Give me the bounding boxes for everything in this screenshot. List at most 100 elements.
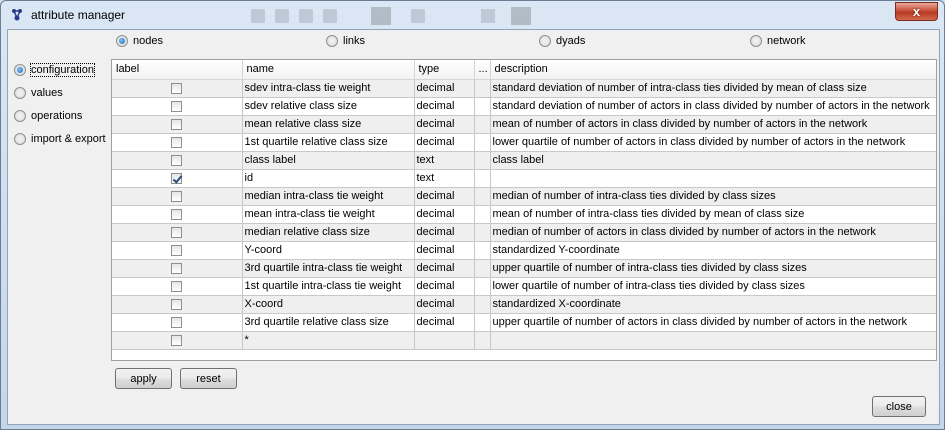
name-cell[interactable]: X-coord [242,295,415,314]
label-cell[interactable] [112,277,243,296]
radio-values-indicator[interactable] [14,86,26,99]
name-cell[interactable]: 1st quartile relative class size [242,133,415,152]
table-row[interactable]: 3rd quartile relative class size decimal u… [112,313,936,332]
radio-import-export[interactable]: import & export [14,127,114,150]
label-checkbox[interactable] [171,316,183,328]
label-checkbox[interactable] [171,208,183,220]
radio-links[interactable]: links [326,35,365,47]
label-cell[interactable] [112,151,243,170]
description-cell[interactable]: lower quartile of number of actors in cl… [490,133,936,152]
apply-button[interactable]: apply [115,368,172,389]
column-header-type[interactable]: type [414,60,475,80]
label-cell[interactable] [112,133,243,152]
radio-network-indicator[interactable] [750,35,762,47]
label-checkbox[interactable] [171,190,183,202]
type-cell[interactable]: decimal [414,205,475,224]
more-cell[interactable] [474,295,491,314]
label-checkbox[interactable] [171,154,183,166]
radio-dyads[interactable]: dyads [539,35,585,47]
close-button[interactable]: close [872,396,926,417]
table-row[interactable]: id text [112,169,936,188]
more-cell[interactable] [474,241,491,260]
type-cell[interactable]: text [414,169,475,188]
radio-operations[interactable]: operations [14,104,114,127]
more-cell[interactable] [474,169,491,188]
attribute-table[interactable]: label name type ... description sdev int… [111,59,937,361]
table-row[interactable]: 1st quartile intra-class tie weight decim… [112,277,936,296]
name-cell[interactable]: mean intra-class tie weight [242,205,415,224]
label-checkbox[interactable] [171,100,183,112]
more-cell[interactable] [474,313,491,332]
description-cell[interactable]: median of number of intra-class ties div… [490,187,936,206]
type-cell[interactable]: decimal [414,79,475,98]
more-cell[interactable] [474,187,491,206]
name-cell[interactable]: * [242,331,415,350]
label-checkbox[interactable] [171,262,183,274]
name-cell[interactable]: Y-coord [242,241,415,260]
name-cell[interactable]: mean relative class size [242,115,415,134]
more-cell[interactable] [474,205,491,224]
label-cell[interactable] [112,295,243,314]
radio-nodes[interactable]: nodes [116,35,163,47]
type-cell[interactable]: decimal [414,133,475,152]
description-cell[interactable] [490,331,936,350]
radio-configuration-indicator[interactable] [14,63,26,76]
table-row[interactable]: median relative class size decimal median … [112,223,936,242]
label-cell[interactable] [112,331,243,350]
label-checkbox[interactable] [171,280,183,292]
more-cell[interactable] [474,259,491,278]
more-cell[interactable] [474,151,491,170]
label-checkbox[interactable] [171,226,183,238]
description-cell[interactable]: standardized X-coordinate [490,295,936,314]
label-cell[interactable] [112,169,243,188]
label-checkbox[interactable] [171,172,183,184]
name-cell[interactable]: sdev intra-class tie weight [242,79,415,98]
table-row[interactable]: Y-coord decimal standardized Y-coordinate [112,241,936,260]
radio-nodes-indicator[interactable] [116,35,128,47]
table-row[interactable]: sdev intra-class tie weight decimal standa… [112,79,936,98]
label-cell[interactable] [112,241,243,260]
description-cell[interactable]: lower quartile of number of intra-class … [490,277,936,296]
description-cell[interactable]: class label [490,151,936,170]
window-close-button[interactable]: x [895,2,938,21]
label-checkbox[interactable] [171,82,183,94]
label-checkbox[interactable] [171,334,183,346]
table-row[interactable]: sdev relative class size decimal standard … [112,97,936,116]
description-cell[interactable]: median of number of actors in class divi… [490,223,936,242]
more-cell[interactable] [474,79,491,98]
more-cell[interactable] [474,133,491,152]
type-cell[interactable]: decimal [414,97,475,116]
name-cell[interactable]: 1st quartile intra-class tie weight [242,277,415,296]
column-header-name[interactable]: name [242,60,415,80]
type-cell[interactable]: decimal [414,259,475,278]
description-cell[interactable]: upper quartile of number of actors in cl… [490,313,936,332]
label-checkbox[interactable] [171,118,183,130]
radio-links-indicator[interactable] [326,35,338,47]
name-cell[interactable]: id [242,169,415,188]
type-cell[interactable]: decimal [414,187,475,206]
radio-network[interactable]: network [750,35,806,47]
type-cell[interactable]: decimal [414,277,475,296]
description-cell[interactable]: standard deviation of number of actors i… [490,97,936,116]
table-row[interactable]: 1st quartile relative class size decimal l… [112,133,936,152]
more-cell[interactable] [474,97,491,116]
name-cell[interactable]: median relative class size [242,223,415,242]
column-header-label[interactable]: label [112,60,243,80]
type-cell[interactable]: decimal [414,223,475,242]
radio-operations-indicator[interactable] [14,109,26,122]
name-cell[interactable]: class label [242,151,415,170]
name-cell[interactable]: 3rd quartile relative class size [242,313,415,332]
type-cell[interactable]: decimal [414,241,475,260]
label-cell[interactable] [112,223,243,242]
label-cell[interactable] [112,187,243,206]
reset-button[interactable]: reset [180,368,237,389]
column-header-description[interactable]: description [490,60,936,80]
column-header-more[interactable]: ... [474,60,491,80]
type-cell[interactable] [414,331,475,350]
more-cell[interactable] [474,277,491,296]
description-cell[interactable]: upper quartile of number of intra-class … [490,259,936,278]
type-cell[interactable]: text [414,151,475,170]
type-cell[interactable]: decimal [414,295,475,314]
more-cell[interactable] [474,331,491,350]
table-row[interactable]: X-coord decimal standardized X-coordinate [112,295,936,314]
